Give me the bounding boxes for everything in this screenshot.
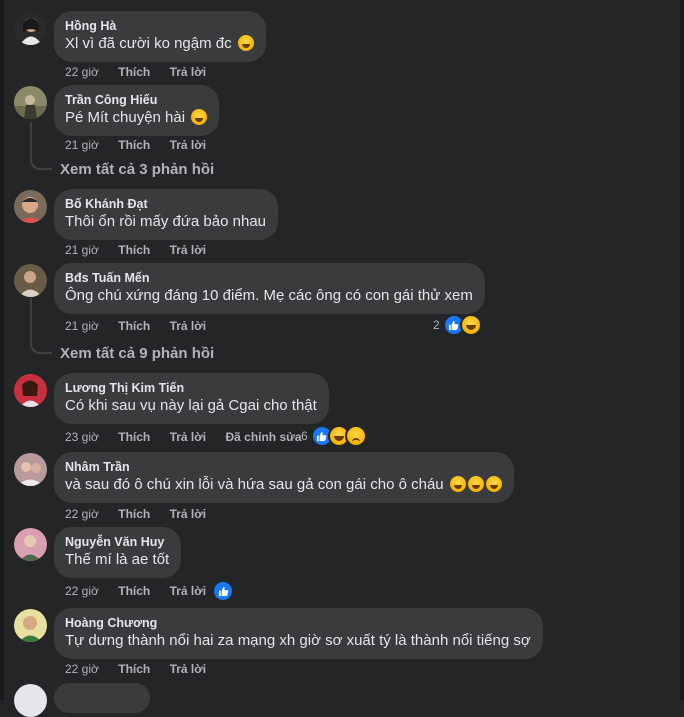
comment-author[interactable]: Hồng Hà — [65, 18, 254, 34]
grinning-emoji-icon — [237, 35, 254, 51]
like-button[interactable]: Thích — [118, 243, 150, 257]
avatar[interactable] — [14, 684, 47, 717]
reply-button[interactable]: Trả lời — [170, 430, 207, 444]
comment-bubble: Hồng Hà Xl vì đã cười ko ngậm đc — [54, 11, 266, 62]
avatar[interactable] — [14, 264, 47, 297]
like-button[interactable]: Thích — [118, 430, 150, 444]
comment-time[interactable]: 21 giờ — [65, 243, 99, 257]
avatar[interactable] — [14, 86, 47, 119]
like-button[interactable]: Thích — [118, 65, 150, 79]
comment-author[interactable]: Bđs Tuấn Mến — [65, 270, 473, 286]
left-edge — [0, 0, 4, 700]
reply-button[interactable]: Trả lời — [170, 584, 207, 598]
comment-bubble: Bđs Tuấn Mến Ông chú xứng đáng 10 điểm. … — [54, 263, 485, 314]
comment-actions: 21 giờ Thích Trả lời — [65, 138, 222, 152]
like-button[interactable]: Thích — [118, 319, 150, 333]
sad-reaction-icon — [344, 425, 367, 447]
comment-text: Tự dưng thành nổi hai za mạng xh giờ sơ … — [65, 632, 531, 649]
edited-label[interactable]: Đã chỉnh sửa — [225, 430, 301, 444]
comment-text: Xl vì đã cười ko ngậm đc — [65, 34, 254, 54]
reaction-summary[interactable]: 2 — [433, 314, 482, 336]
reaction-count: 6 — [301, 429, 308, 443]
comment-bubble: Nguyễn Văn Huy Thế mí là ae tốt — [54, 527, 182, 578]
rofl-emoji-icon — [449, 476, 466, 492]
haha-reaction-icon — [459, 314, 482, 336]
comment-actions: 22 giờ Thích Trả lời — [65, 584, 222, 598]
comment-bubble: Bố Khánh Đạt Thôi ổn rồi mấy đứa bảo nha… — [54, 189, 278, 240]
comment-text: Thế mí là ae tốt — [65, 551, 170, 568]
thread-connector — [30, 342, 52, 354]
comment-time[interactable]: 22 giờ — [65, 507, 99, 521]
view-all-replies-link[interactable]: Xem tất cả 9 phản hồi — [60, 345, 214, 362]
thread-line — [30, 298, 32, 342]
comment-bubble: Lương Thị Kim Tiến Có khi sau vụ này lại… — [54, 373, 329, 424]
like-button[interactable]: Thích — [118, 138, 150, 152]
comment-text: Ông chú xứng đáng 10 điểm. Mẹ các ông có… — [65, 287, 473, 304]
reply-button[interactable]: Trả lời — [170, 662, 207, 676]
comment-author[interactable]: Lương Thị Kim Tiến — [65, 380, 317, 396]
comment-actions: 21 giờ Thích Trả lời — [65, 319, 222, 333]
reply-button[interactable]: Trả lời — [170, 319, 207, 333]
comment-author[interactable]: Bố Khánh Đạt — [65, 196, 266, 212]
laughing-emoji-icon — [191, 109, 208, 125]
comment-actions: 22 giờ Thích Trả lời — [65, 65, 222, 79]
right-edge — [680, 0, 684, 700]
comment-bubble: Trần Công Hiếu Pé Mít chuyện hài — [54, 85, 220, 136]
comment-text: Pé Mít chuyện hài — [65, 108, 208, 128]
reply-button[interactable]: Trả lời — [170, 243, 207, 257]
like-reaction-icon — [212, 580, 234, 602]
comment-text: Thôi ổn rồi mấy đứa bảo nhau — [65, 213, 266, 230]
comment-actions: 21 giờ Thích Trả lời — [65, 243, 222, 257]
comment-bubble: Hoàng Chương Tự dưng thành nổi hai za mạ… — [54, 608, 543, 659]
avatar[interactable] — [14, 190, 47, 223]
avatar[interactable] — [14, 453, 47, 486]
comment-time[interactable]: 21 giờ — [65, 138, 99, 152]
like-button[interactable]: Thích — [118, 662, 150, 676]
reply-button[interactable]: Trả lời — [170, 138, 207, 152]
rofl-emoji-icon — [467, 476, 484, 492]
reply-button[interactable]: Trả lời — [170, 65, 207, 79]
comment-author[interactable]: Trần Công Hiếu — [65, 92, 207, 108]
comment-actions: 22 giờ Thích Trả lời — [65, 662, 222, 676]
avatar[interactable] — [14, 12, 47, 45]
comment-actions: 22 giờ Thích Trả lời — [65, 507, 222, 521]
comment-text: và sau đó ô chú xin lỗi và hứa sau gả co… — [65, 475, 502, 495]
reaction-summary[interactable]: 6 — [301, 425, 367, 447]
comment-time[interactable]: 21 giờ — [65, 319, 99, 333]
comment-actions: 23 giờ Thích Trả lời Đã chỉnh sửa — [65, 430, 318, 444]
comment-author[interactable]: Nguyễn Văn Huy — [65, 534, 169, 550]
comment-time[interactable]: 22 giờ — [65, 65, 99, 79]
comment-bubble — [54, 683, 150, 713]
rofl-emoji-icon — [485, 476, 502, 492]
comment-author[interactable]: Nhâm Trần — [65, 459, 502, 475]
like-button[interactable]: Thích — [118, 507, 150, 521]
reaction-summary[interactable] — [212, 580, 234, 602]
avatar[interactable] — [14, 609, 47, 642]
comment-bubble: Nhâm Trần và sau đó ô chú xin lỗi và hứa… — [54, 452, 514, 503]
reply-button[interactable]: Trả lời — [170, 507, 207, 521]
comment-time[interactable]: 22 giờ — [65, 662, 99, 676]
comment-time[interactable]: 22 giờ — [65, 584, 99, 598]
reaction-count: 2 — [433, 318, 440, 332]
comment-text: Có khi sau vụ này lại gả Cgai cho thật — [65, 397, 317, 414]
avatar[interactable] — [14, 374, 47, 407]
thread-line — [30, 122, 32, 158]
comment-author[interactable]: Hoàng Chương — [65, 615, 531, 631]
thread-connector — [30, 158, 52, 170]
avatar[interactable] — [14, 528, 47, 561]
comment-time[interactable]: 23 giờ — [65, 430, 99, 444]
like-button[interactable]: Thích — [118, 584, 150, 598]
view-all-replies-link[interactable]: Xem tất cả 3 phản hồi — [60, 161, 214, 178]
